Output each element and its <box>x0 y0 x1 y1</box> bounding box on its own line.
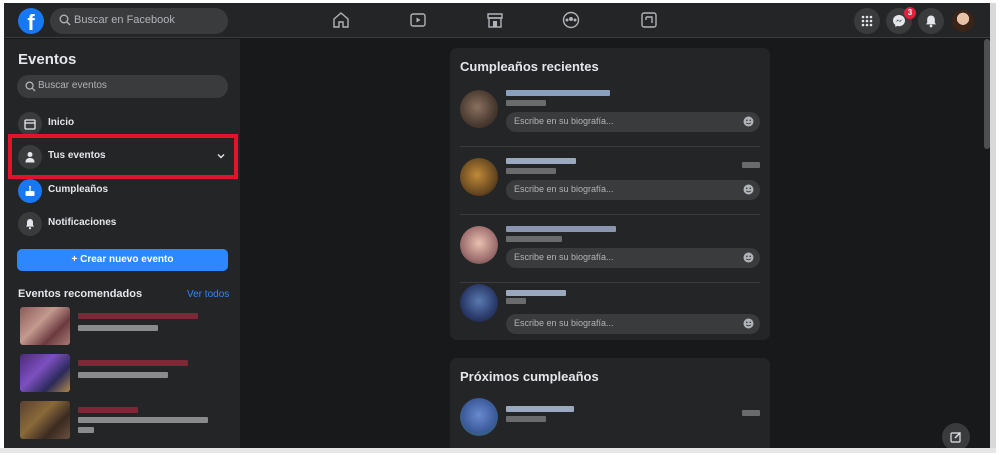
marketplace-icon[interactable] <box>486 11 504 29</box>
recent-birthdays-card: Cumpleaños recientes Escribe en su biogr… <box>450 48 770 340</box>
emoji-icon[interactable] <box>743 116 754 127</box>
edit-icon <box>950 432 961 443</box>
sidebar-item-label: Inicio <box>48 117 75 128</box>
birthday-row <box>460 394 760 452</box>
facebook-window: f Buscar en Facebook 3 Eventos Buscar ev… <box>4 3 996 452</box>
create-event-button[interactable]: + Crear nuevo evento <box>17 249 228 271</box>
birthday-row: Escribe en su biografía... <box>460 280 760 342</box>
emoji-icon[interactable] <box>743 184 754 195</box>
redacted-text <box>742 162 760 168</box>
search-icon <box>59 14 71 26</box>
timeline-post-input[interactable]: Escribe en su biografía... <box>506 314 760 334</box>
divider <box>460 146 760 147</box>
redacted-text <box>78 427 94 433</box>
recommended-events-heading: Eventos recomendados <box>18 288 143 300</box>
friend-avatar[interactable] <box>460 284 498 322</box>
redacted-text <box>78 313 198 319</box>
profile-avatar[interactable] <box>950 8 976 34</box>
gaming-icon[interactable] <box>640 11 658 29</box>
redacted-text <box>506 406 574 412</box>
timeline-post-placeholder: Escribe en su biografía... <box>514 184 614 194</box>
sidebar-item-label: Cumpleaños <box>48 184 109 195</box>
sidebar-title: Eventos <box>18 51 77 68</box>
redacted-text <box>78 417 208 423</box>
friend-avatar[interactable] <box>460 226 498 264</box>
cake-icon <box>18 179 42 203</box>
redacted-text <box>506 100 546 106</box>
redacted-text <box>506 290 566 296</box>
redacted-text <box>506 236 562 242</box>
redacted-text <box>78 372 168 378</box>
recommended-event-item[interactable] <box>20 307 220 345</box>
redacted-text <box>506 226 616 232</box>
upcoming-birthdays-card: Próximos cumpleaños <box>450 358 770 452</box>
facebook-logo[interactable]: f <box>18 8 44 34</box>
calendar-icon <box>18 112 42 136</box>
sidebar-item-cumpleanos[interactable]: Cumpleaños <box>12 176 232 206</box>
redacted-text <box>506 158 576 164</box>
timeline-post-input[interactable]: Escribe en su biografía... <box>506 112 760 132</box>
top-navigation-bar: f Buscar en Facebook 3 <box>4 3 990 38</box>
friend-avatar[interactable] <box>460 398 498 436</box>
timeline-post-placeholder: Escribe en su biografía... <box>514 116 614 126</box>
birthday-row: Escribe en su biografía... <box>460 86 760 148</box>
sidebar-item-label: Notificaciones <box>48 217 117 228</box>
bell-icon <box>18 212 42 236</box>
timeline-post-placeholder: Escribe en su biografía... <box>514 252 614 262</box>
redacted-text <box>506 416 546 422</box>
groups-icon[interactable] <box>562 11 580 29</box>
event-thumbnail <box>20 354 70 392</box>
redacted-text <box>506 168 556 174</box>
redacted-text <box>506 298 526 304</box>
timeline-post-input[interactable]: Escribe en su biografía... <box>506 248 760 268</box>
highlight-box <box>8 134 238 179</box>
window-shadow <box>0 448 996 453</box>
redacted-text <box>78 407 138 413</box>
watch-icon[interactable] <box>409 11 427 29</box>
events-search-placeholder: Buscar eventos <box>38 80 107 91</box>
emoji-icon[interactable] <box>743 252 754 263</box>
timeline-post-input[interactable]: Escribe en su biografía... <box>506 180 760 200</box>
event-thumbnail <box>20 401 70 439</box>
search-icon <box>25 81 36 92</box>
new-message-button[interactable] <box>942 423 970 451</box>
birthday-row: Escribe en su biografía... <box>460 154 760 216</box>
event-thumbnail <box>20 307 70 345</box>
redacted-text <box>78 360 188 366</box>
recent-birthdays-title: Cumpleaños recientes <box>460 59 599 74</box>
emoji-icon[interactable] <box>743 318 754 329</box>
birthday-row: Escribe en su biografía... <box>460 222 760 284</box>
redacted-text <box>78 325 158 331</box>
menu-grid-button[interactable] <box>854 8 880 34</box>
scrollbar[interactable] <box>984 39 990 149</box>
events-search-input[interactable]: Buscar eventos <box>17 75 228 98</box>
friend-avatar[interactable] <box>460 90 498 128</box>
divider <box>460 214 760 215</box>
friend-avatar[interactable] <box>460 158 498 196</box>
notifications-button[interactable] <box>918 8 944 34</box>
redacted-text <box>506 90 610 96</box>
sidebar-item-notificaciones[interactable]: Notificaciones <box>12 209 232 239</box>
recommended-event-item[interactable] <box>20 401 220 439</box>
facebook-search-input[interactable]: Buscar en Facebook <box>50 8 228 34</box>
grid-icon <box>861 15 873 27</box>
search-placeholder: Buscar en Facebook <box>74 14 175 26</box>
messenger-badge: 3 <box>904 7 916 19</box>
see-all-link[interactable]: Ver todos <box>187 289 229 300</box>
timeline-post-placeholder: Escribe en su biografía... <box>514 318 614 328</box>
upcoming-birthdays-title: Próximos cumpleaños <box>460 369 599 384</box>
recommended-event-item[interactable] <box>20 354 220 392</box>
home-icon[interactable] <box>332 11 350 29</box>
redacted-text <box>742 410 760 416</box>
events-sidebar: Eventos Buscar eventos Inicio Tus evento… <box>4 39 240 452</box>
bell-icon <box>926 15 936 28</box>
